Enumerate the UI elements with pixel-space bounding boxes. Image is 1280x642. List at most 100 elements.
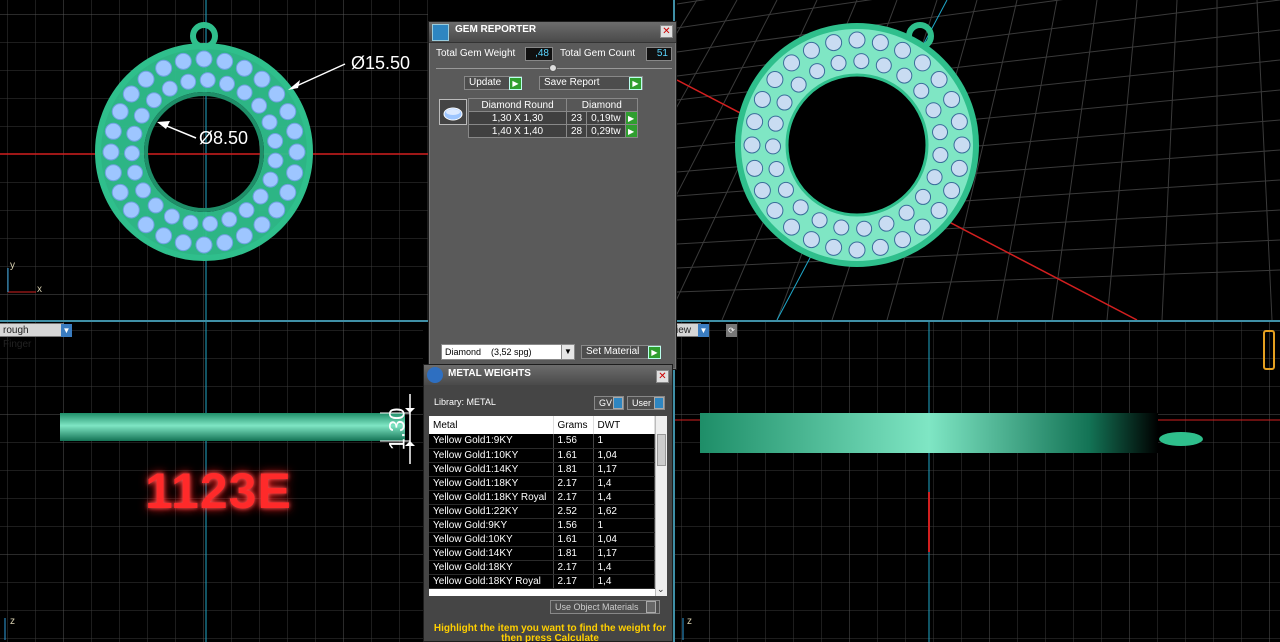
gem-stone <box>746 159 764 177</box>
gem-stone <box>848 31 866 49</box>
table-row[interactable]: Yellow Gold:14KY 1.81 1,17 <box>429 546 655 561</box>
gem-stone <box>743 136 761 154</box>
metal-weights-titlebar[interactable]: METAL WEIGHTS ✕ <box>424 365 672 385</box>
gem-stone <box>848 241 866 259</box>
metal-name: Yellow Gold:9KY <box>429 518 554 533</box>
metal-dwt: 1,62 <box>593 504 655 519</box>
close-icon[interactable]: ✕ <box>660 25 673 38</box>
gem-stone <box>790 76 807 93</box>
gem-stone <box>943 90 961 108</box>
gem-stone <box>768 161 785 178</box>
update-go-icon[interactable]: ▶ <box>509 77 522 90</box>
gem-shape-header: Diamond Round <box>468 98 567 112</box>
total-gem-count-value: 51 <box>646 47 672 61</box>
set-material-go-icon[interactable]: ▶ <box>648 346 661 359</box>
scroll-down-icon[interactable]: ⌄ <box>657 584 665 595</box>
close-icon[interactable]: ✕ <box>656 370 669 383</box>
gem-stone <box>950 113 968 131</box>
gem-size: 1,30 X 1,30 <box>468 111 567 125</box>
gem-stone <box>802 41 820 59</box>
metal-grams: 1.61 <box>553 448 594 463</box>
use-object-materials-toggle[interactable]: Use Object Materials <box>550 600 660 614</box>
table-row[interactable]: Yellow Gold1:22KY 2.52 1,62 <box>429 504 655 519</box>
metal-grams: 2.17 <box>553 476 594 491</box>
scale-icon <box>427 367 443 383</box>
metal-grams: 1.56 <box>553 434 594 449</box>
material-select[interactable]: Diamond (3,52 spg) ▼ <box>441 344 575 360</box>
metal-name: Yellow Gold:18KY <box>429 560 554 575</box>
save-report-button[interactable]: Save Report <box>539 76 643 90</box>
gem-stone <box>894 41 912 59</box>
chevron-down-icon[interactable]: ▼ <box>561 345 574 359</box>
table-row[interactable]: Yellow Gold1:10KY 1.61 1,04 <box>429 448 655 463</box>
gem-stone <box>776 94 793 111</box>
metal-name: Yellow Gold1:18KY <box>429 476 554 491</box>
model-code-label: 1123E <box>145 463 292 519</box>
table-row[interactable]: Yellow Gold:18KY 2.17 1,4 <box>429 560 655 575</box>
table-row[interactable]: Yellow Gold1:18KY Royal 2.17 1,4 <box>429 490 655 505</box>
viewport-view-menu[interactable]: iew <box>673 323 701 337</box>
viewport-bottom-left[interactable]: rough Finger ▼ 1.30 1123E z <box>0 322 423 642</box>
metal-name: Yellow Gold1:9KY <box>429 434 554 449</box>
gv-toggle-icon[interactable] <box>613 397 623 409</box>
metal-dwt: 1,04 <box>593 532 655 547</box>
gem-stone <box>825 34 843 52</box>
table-row[interactable]: Yellow Gold1:14KY 1.81 1,17 <box>429 462 655 477</box>
metal-name: Yellow Gold1:10KY <box>429 448 554 463</box>
scrollbar-thumb[interactable] <box>657 434 666 466</box>
table-row[interactable]: Yellow Gold:10KY 1.61 1,04 <box>429 532 655 547</box>
pendant-side-profile <box>60 413 405 441</box>
user-toggle-icon[interactable] <box>654 397 664 409</box>
metal-name: Yellow Gold1:18KY Royal <box>429 490 554 505</box>
gem-stone <box>898 204 915 221</box>
table-row[interactable]: 1,40 X 1,40 28 0,29tw ▶ <box>468 124 638 138</box>
gem-stone <box>896 67 913 84</box>
gem-stone <box>856 220 873 237</box>
metal-grams: 1.56 <box>553 518 594 533</box>
probe-tool-icon[interactable] <box>1263 330 1275 370</box>
viewport-top-right[interactable] <box>677 0 1280 320</box>
metal-name: Yellow Gold:14KY <box>429 546 554 561</box>
viewport-top-left[interactable]: Ø15.50 Ø8.50 y x <box>0 0 428 320</box>
table-row[interactable]: Yellow Gold1:9KY 1.56 1 <box>429 434 655 449</box>
metal-name: Yellow Gold1:14KY <box>429 462 554 477</box>
row-go-icon[interactable]: ▶ <box>624 111 638 125</box>
metal-name: Yellow Gold:10KY <box>429 532 554 547</box>
column-header-dwt[interactable]: DWT <box>593 416 655 434</box>
row-go-icon[interactable]: ▶ <box>624 124 638 138</box>
dimension-arrows <box>7 63 346 293</box>
save-report-go-icon[interactable]: ▶ <box>629 77 642 90</box>
metal-grams: 2.17 <box>553 574 594 589</box>
viewport-view-menu[interactable]: rough Finger <box>0 323 64 350</box>
slider-handle[interactable] <box>549 64 557 72</box>
library-label: Library: METAL <box>434 397 496 407</box>
gem-stone <box>915 188 932 205</box>
total-gem-weight-value: ,48 <box>525 47 553 61</box>
gem-stone <box>894 231 912 249</box>
table-row[interactable]: 1,30 X 1,30 23 0,19tw ▶ <box>468 111 638 125</box>
gem-stone <box>825 238 843 256</box>
gem-stone <box>950 159 968 177</box>
gem-reporter-titlebar[interactable]: GEM REPORTER ✕ <box>429 22 676 43</box>
gem-type-header: Diamond <box>566 98 638 112</box>
chevron-down-icon[interactable]: ▼ <box>698 324 709 337</box>
column-header-grams[interactable]: Grams <box>553 416 594 434</box>
metal-dwt: 1,4 <box>593 490 655 505</box>
vertical-scrollbar[interactable]: ⌄ <box>655 416 667 596</box>
use-object-materials-icon[interactable] <box>646 601 656 613</box>
metal-weights-table[interactable]: Metal Grams DWT Yellow Gold1:9KY 1.56 1 Yel… <box>429 416 667 596</box>
metal-dwt: 1,4 <box>593 574 655 589</box>
view-tool-icon[interactable]: ⟳ <box>726 324 737 337</box>
viewport-bottom-right[interactable]: iew ▼ ⟳ z <box>673 322 1280 642</box>
table-row[interactable]: Yellow Gold:18KY Royal 2.17 1,4 <box>429 574 655 589</box>
table-row[interactable]: Yellow Gold1:18KY 2.17 1,4 <box>429 476 655 491</box>
metal-weights-title: METAL WEIGHTS <box>448 368 531 379</box>
total-gem-weight-label: Total Gem Weight <box>436 48 516 59</box>
bail-front <box>1159 432 1203 446</box>
metal-name: Yellow Gold:18KY Royal <box>429 574 554 589</box>
metal-grams: 1.81 <box>553 462 594 477</box>
chevron-down-icon[interactable]: ▼ <box>61 324 72 337</box>
metal-dwt: 1,4 <box>593 476 655 491</box>
column-header-metal[interactable]: Metal <box>429 416 554 434</box>
table-row[interactable]: Yellow Gold:9KY 1.56 1 <box>429 518 655 533</box>
